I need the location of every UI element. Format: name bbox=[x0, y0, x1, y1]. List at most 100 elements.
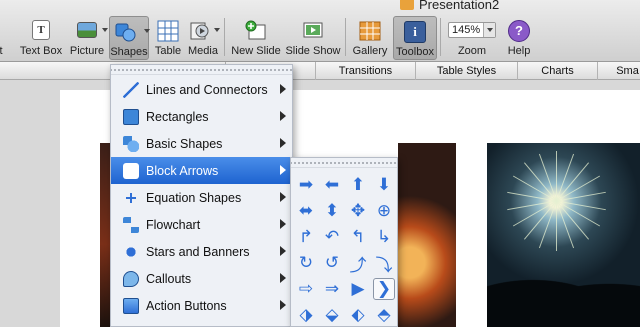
notched-right-arrow-icon[interactable]: ⇒ bbox=[321, 278, 343, 300]
firework-spark bbox=[523, 200, 557, 240]
media-icon bbox=[189, 20, 211, 42]
table-button[interactable]: Table bbox=[152, 16, 184, 60]
tab-smartart[interactable]: Sma bbox=[597, 62, 640, 80]
zoom-label: Zoom bbox=[457, 45, 487, 57]
flowchart-icon bbox=[123, 216, 139, 233]
slide-show-button[interactable]: Slide Show bbox=[285, 16, 341, 60]
slide-show-icon bbox=[302, 20, 324, 42]
text-box-label: Text Box bbox=[19, 45, 63, 57]
right-arrow-icon[interactable]: ➡ bbox=[295, 174, 317, 196]
submenu-arrow-icon bbox=[280, 219, 286, 229]
submenu-arrow-icon bbox=[280, 138, 286, 148]
shapes-button[interactable]: Shapes bbox=[109, 16, 150, 60]
table-label: Table bbox=[154, 45, 182, 57]
down-arrow-callout-icon[interactable]: ⬙ bbox=[321, 304, 343, 326]
up-down-arrow-icon[interactable]: ⬍ bbox=[321, 200, 343, 222]
shapes-menu-item-label: Rectangles bbox=[146, 109, 209, 124]
submenu-arrow-icon bbox=[280, 273, 286, 283]
media-dropdown-caret[interactable] bbox=[214, 28, 220, 32]
equation-icon bbox=[123, 189, 139, 206]
shapes-menu-item[interactable]: Stars and Banners bbox=[111, 238, 292, 265]
shapes-menu-item[interactable]: Equation Shapes bbox=[111, 184, 292, 211]
media-button[interactable]: Media bbox=[186, 16, 220, 60]
help-icon: ? bbox=[508, 20, 530, 42]
toolbar-separator bbox=[440, 18, 441, 56]
partial-toolbar-label: t bbox=[0, 45, 3, 57]
left-right-arrow-icon[interactable]: ⬌ bbox=[295, 200, 317, 222]
left-up-arrow-icon[interactable]: ↰ bbox=[347, 226, 369, 248]
shapes-menu-item[interactable]: Flowchart bbox=[111, 211, 292, 238]
bent-arrow-icon[interactable]: ↱ bbox=[295, 226, 317, 248]
u-turn-arrow-icon[interactable]: ↶ bbox=[321, 226, 343, 248]
menu-drag-handle[interactable] bbox=[111, 65, 292, 75]
new-slide-button[interactable]: New Slide bbox=[230, 16, 282, 60]
submenu-arrow-icon bbox=[280, 165, 286, 175]
shapes-menu: Lines and Connectors Rectangles Basic Shap… bbox=[110, 64, 293, 327]
bent-up-arrow-icon[interactable]: ↳ bbox=[373, 226, 395, 248]
new-slide-label: New Slide bbox=[231, 45, 281, 57]
new-slide-icon bbox=[245, 20, 267, 42]
curved-down-arrow-icon[interactable]: ⤵ bbox=[373, 252, 395, 276]
curved-up-arrow-icon[interactable]: ⤴ bbox=[347, 252, 369, 276]
down-arrow-icon[interactable]: ⬇ bbox=[373, 174, 395, 196]
submenu-drag-handle[interactable] bbox=[291, 158, 397, 168]
shapes-menu-item[interactable]: Block Arrows bbox=[111, 157, 292, 184]
toolbar-separator bbox=[224, 18, 225, 56]
picture-button[interactable]: Picture bbox=[68, 16, 108, 60]
curved-right-arrow-icon[interactable]: ↻ bbox=[295, 252, 317, 274]
document-icon bbox=[400, 0, 414, 10]
document-title: Presentation2 bbox=[419, 0, 500, 12]
slide-photo-campfire[interactable] bbox=[398, 143, 456, 327]
tab-table-styles[interactable]: Table Styles bbox=[415, 62, 517, 80]
partial-toolbar-button[interactable]: t bbox=[0, 16, 10, 60]
left-arrow-icon[interactable]: ⬅ bbox=[321, 174, 343, 196]
picture-dropdown-caret[interactable] bbox=[102, 28, 108, 32]
pentagon-arrow-icon[interactable]: ▶ bbox=[347, 278, 369, 300]
callout-icon bbox=[123, 270, 139, 287]
left-arrow-callout-icon[interactable]: ⬖ bbox=[347, 304, 369, 326]
slide-photo-fireworks[interactable] bbox=[487, 143, 640, 327]
shapes-menu-item[interactable]: Basic Shapes bbox=[111, 130, 292, 157]
rectangle-icon bbox=[123, 108, 139, 125]
up-arrow-callout-icon[interactable]: ⬘ bbox=[373, 304, 395, 326]
submenu-arrow-icon bbox=[280, 111, 286, 121]
shapes-menu-item[interactable]: Rectangles bbox=[111, 103, 292, 130]
gallery-button[interactable]: Gallery bbox=[350, 16, 390, 60]
text-box-icon: T bbox=[32, 20, 50, 40]
curved-left-arrow-icon[interactable]: ↺ bbox=[321, 252, 343, 274]
shapes-menu-item[interactable]: Action Buttons bbox=[111, 292, 292, 319]
chevron-arrow-icon[interactable]: ❯ bbox=[373, 278, 395, 300]
shapes-menu-item-label: Action Buttons bbox=[146, 298, 227, 313]
block-arrows-icon bbox=[123, 162, 139, 179]
striped-right-arrow-icon[interactable]: ⇨ bbox=[295, 278, 317, 300]
shapes-menu-item-label: Basic Shapes bbox=[146, 136, 223, 151]
shapes-menu-item-label: Callouts bbox=[146, 271, 192, 286]
tab-transitions[interactable]: Transitions bbox=[315, 62, 415, 80]
text-box-button[interactable]: T Text Box bbox=[16, 16, 66, 60]
firework-spark bbox=[556, 200, 575, 249]
help-button[interactable]: ? Help bbox=[504, 16, 534, 60]
help-label: Help bbox=[507, 45, 531, 57]
shapes-menu-item-label: Stars and Banners bbox=[146, 244, 250, 259]
shapes-menu-item[interactable]: Lines and Connectors bbox=[111, 76, 292, 103]
shapes-menu-item-label: Block Arrows bbox=[146, 163, 219, 178]
submenu-arrow-icon bbox=[280, 246, 286, 256]
up-arrow-icon[interactable]: ⬆ bbox=[347, 174, 369, 196]
left-right-up-arrow-icon[interactable]: ⊕ bbox=[373, 200, 395, 222]
zoom-control: Zoom bbox=[448, 16, 496, 60]
crowd-silhouette bbox=[487, 272, 640, 327]
submenu-arrow-icon bbox=[280, 300, 286, 310]
gallery-label: Gallery bbox=[352, 45, 388, 57]
shapes-dropdown-caret[interactable] bbox=[144, 29, 150, 33]
right-arrow-callout-icon[interactable]: ⬗ bbox=[295, 304, 317, 326]
shapes-menu-item[interactable]: Callouts bbox=[111, 265, 292, 292]
gallery-icon bbox=[359, 20, 381, 42]
tab-charts[interactable]: Charts bbox=[517, 62, 597, 80]
quad-arrow-icon[interactable]: ✥ bbox=[347, 200, 369, 222]
shapes-icon bbox=[115, 21, 137, 43]
submenu-arrow-icon bbox=[280, 192, 286, 202]
firework-spark bbox=[538, 153, 557, 202]
basic-shapes-icon bbox=[123, 135, 139, 152]
toolbox-button[interactable]: i Toolbox bbox=[393, 16, 437, 60]
ribbon-tabs: Transitions Table Styles Charts Sma bbox=[0, 62, 640, 80]
